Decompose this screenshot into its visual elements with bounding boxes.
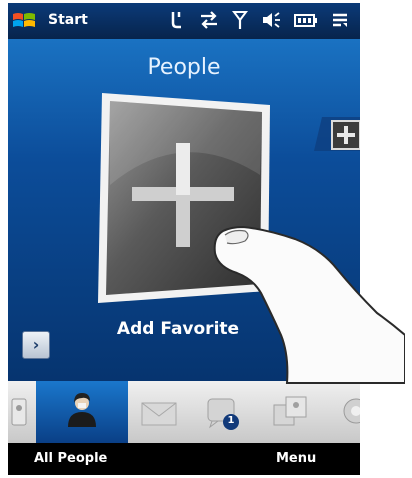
finger-pointer-icon (213, 225, 405, 384)
volume-icon[interactable] (261, 9, 281, 31)
tab-mail[interactable] (136, 381, 182, 443)
sync-arrows-icon[interactable] (199, 9, 219, 31)
side-add-button[interactable] (310, 111, 360, 155)
tab-bar: 1 (8, 381, 360, 443)
tab-contact-card[interactable] (8, 381, 34, 443)
menu-softkey[interactable]: Menu (276, 451, 316, 466)
next-page-button[interactable]: › (22, 331, 50, 359)
tab-messages[interactable]: 1 (198, 381, 248, 443)
status-icons (168, 9, 349, 31)
tab-all-people[interactable] (36, 381, 128, 443)
softkey-bar: All People Menu (8, 443, 360, 475)
all-people-softkey[interactable]: All People (34, 451, 107, 466)
start-label[interactable]: Start (48, 12, 88, 28)
chevron-right-icon: › (32, 335, 40, 354)
signal-icon[interactable] (232, 9, 248, 31)
message-count-badge: 1 (227, 415, 235, 426)
mail-icon (141, 402, 177, 426)
contacts-sync-icon (273, 396, 307, 426)
person-icon (68, 393, 96, 427)
page-title: People (147, 55, 221, 80)
contact-card-icon (11, 398, 27, 426)
network-call-icon[interactable] (168, 9, 186, 31)
tab-phone[interactable] (330, 381, 360, 443)
messages-icon (207, 398, 239, 430)
battery-icon[interactable] (294, 9, 318, 31)
menu-list-icon[interactable] (331, 9, 349, 31)
phone-icon (343, 398, 360, 424)
windows-logo-icon[interactable] (12, 11, 36, 31)
status-bar: Start (8, 3, 360, 39)
tab-contacts-sync[interactable] (266, 381, 316, 443)
